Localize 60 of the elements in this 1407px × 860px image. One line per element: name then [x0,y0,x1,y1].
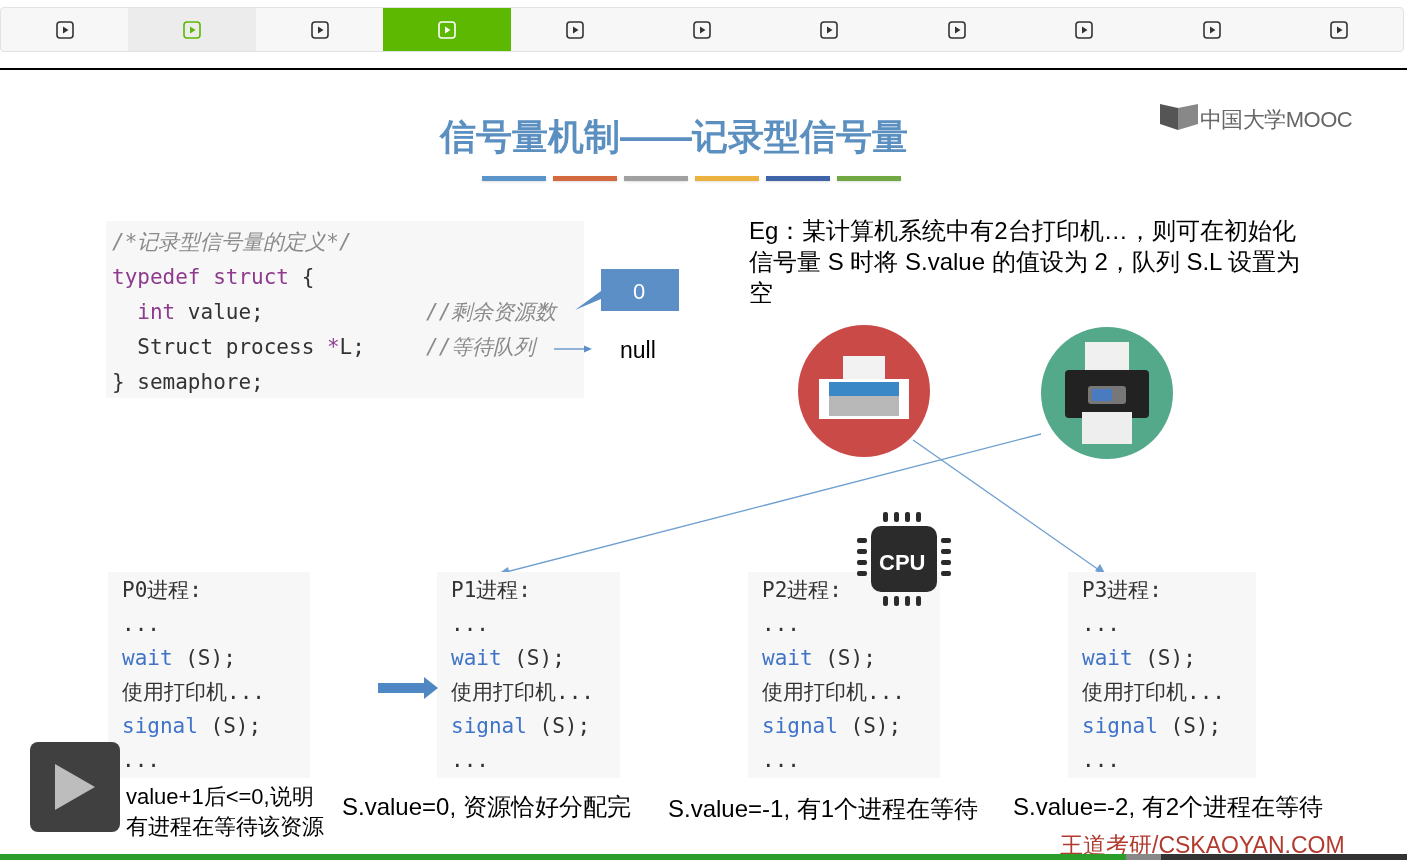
code-line: wait (S); [762,645,876,672]
code-line: P2进程: [762,577,842,604]
code-line: P1进程: [451,577,531,604]
progress-bar[interactable] [0,854,1407,860]
slide-title: 信号量机制——记录型信号量 [440,115,908,159]
code-comment: //剩余资源数 [426,299,557,326]
code-line: ... [451,747,489,774]
code-line: ... [1082,747,1120,774]
play-icon [565,20,584,39]
chip-label: CPU [879,549,926,577]
code-line: signal (S); [451,713,591,740]
printer-icon [1040,326,1174,460]
code-comment: //等待队列 [426,334,536,361]
code-line: ... [1082,611,1120,638]
play-icon [55,20,74,39]
printer-icon [797,324,931,458]
code-line: Struct process *L; [136,334,365,361]
code-line: typedef struct { [112,264,315,291]
play-icon [1202,20,1221,39]
code-line: int value; [136,299,264,326]
code-line: ... [122,611,160,638]
code-line: 使用打印机... [762,679,905,706]
code-line: 使用打印机... [451,679,594,706]
play-icon [438,20,457,39]
play-icon [310,20,329,39]
code-line: } semaphore; [112,369,264,396]
code-line: wait (S); [122,645,236,672]
play-icon [1075,20,1094,39]
play-icon [55,764,95,810]
code-line: 使用打印机... [1082,679,1225,706]
code-line: ... [122,747,160,774]
null-label: null [620,336,656,365]
code-line: ... [762,611,800,638]
caption-text: value+1后<=0,说明 [126,783,314,811]
code-line: signal (S); [1082,713,1222,740]
chip-icon [857,512,951,606]
code-line: P0进程: [122,577,202,604]
logo-text: 中国大学MOOC [1200,106,1353,134]
play-icon [947,20,966,39]
code-line: signal (S); [122,713,262,740]
play-button[interactable] [30,742,120,832]
arrow [554,344,592,354]
code-line: 使用打印机... [122,679,265,706]
code-line: /*记录型信号量的定义*/ [112,229,352,256]
play-icon [183,20,202,39]
code-line: ... [451,611,489,638]
caption-text: S.value=0, 资源恰好分配完 [342,792,631,822]
caption-text: 有进程在等待该资源 [126,813,324,841]
caption-text: S.value=-2, 有2个进程在等待 [1013,792,1324,822]
play-icon [820,20,839,39]
code-line: wait (S); [1082,645,1196,672]
example-text: Eg：某计算机系统中有2台打印机…，则可在初始化信号量 S 时将 S.value 的值设为 2，队列 S.L 设置为空 [749,216,1302,308]
code-line: ... [762,747,800,774]
code-line: signal (S); [762,713,902,740]
play-icon [693,20,711,39]
code-line: wait (S); [451,645,565,672]
caption-text: S.value=-1, 有1个进程在等待 [668,794,979,824]
play-icon [1330,20,1349,39]
callout-value: 0 [633,278,646,306]
code-line: P3进程: [1082,577,1162,604]
